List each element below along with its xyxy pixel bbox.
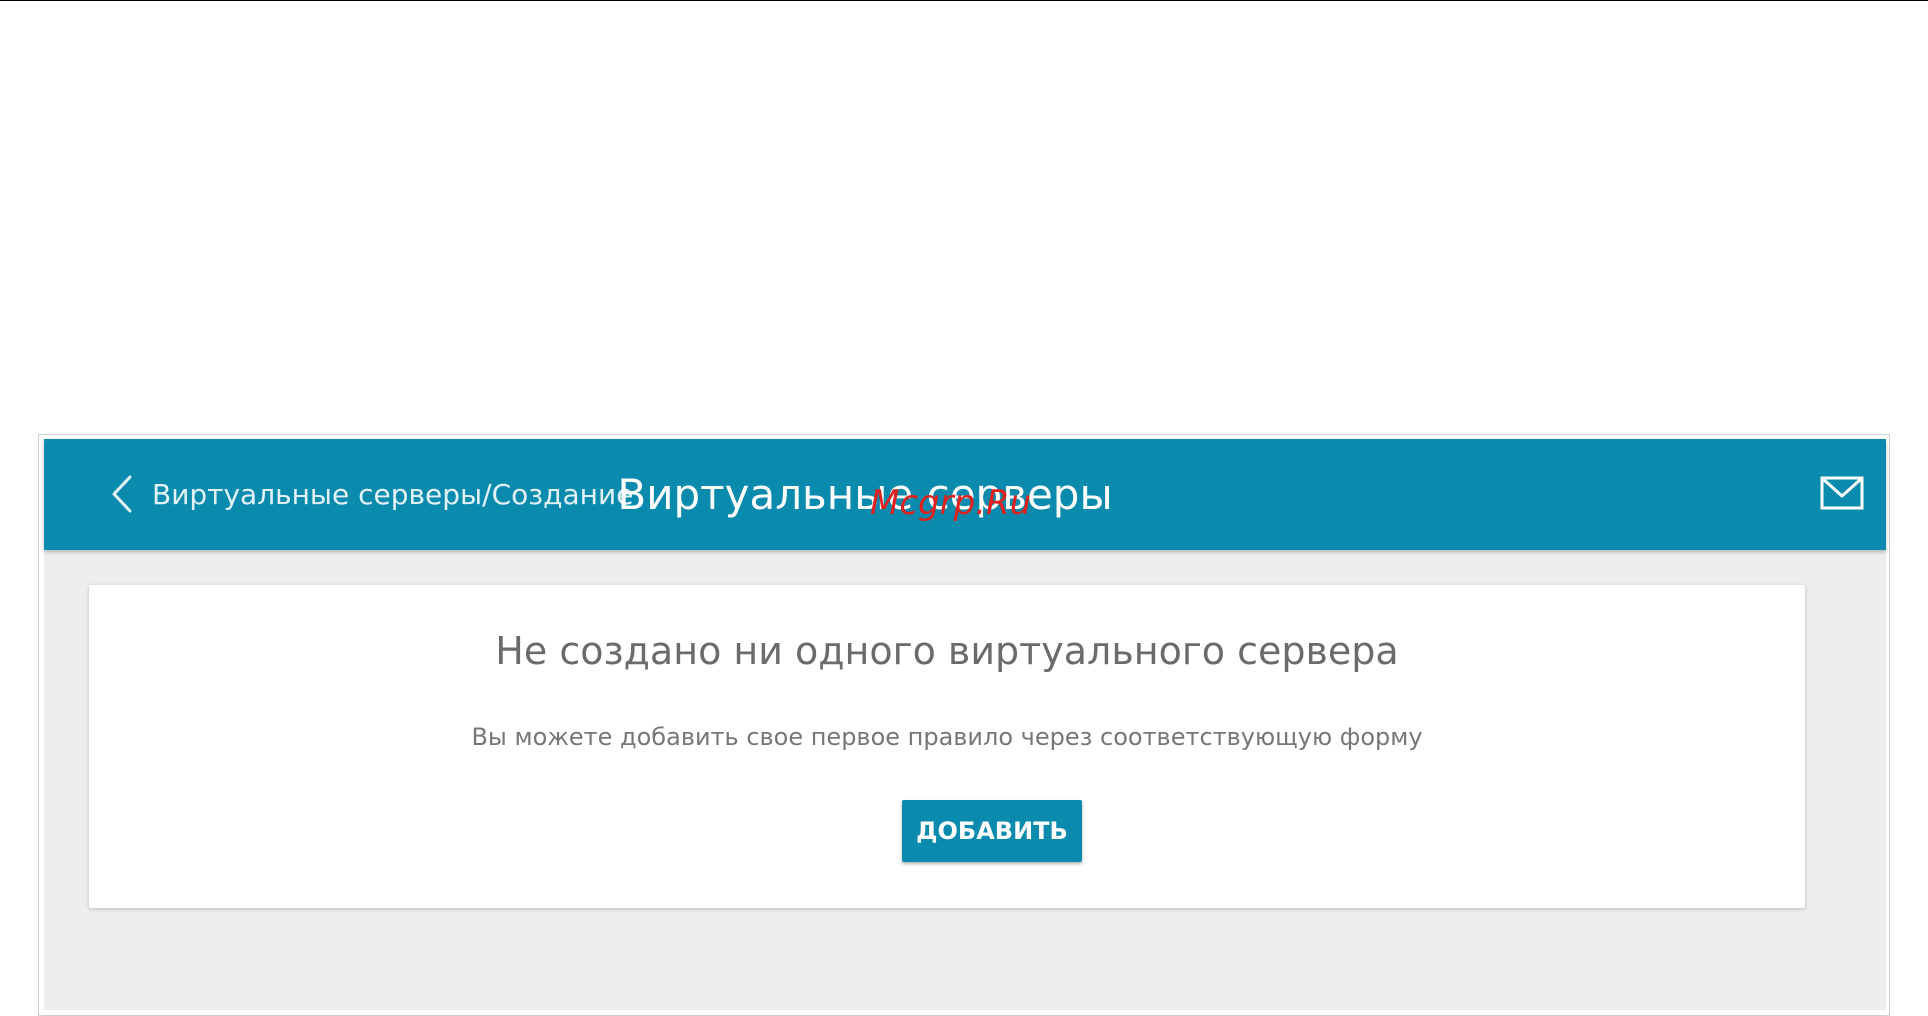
page-title: Виртуальные серверы xyxy=(44,439,1886,550)
header-bar: Виртуальные серверы/Создание Виртуальные… xyxy=(44,439,1886,550)
add-button[interactable]: ДОБАВИТЬ xyxy=(902,800,1082,862)
empty-state-description: Вы можете добавить свое первое правило ч… xyxy=(471,723,1423,751)
mail-icon xyxy=(1820,476,1864,515)
empty-state-title: Не создано ни одного виртуального сервер… xyxy=(495,629,1399,673)
mail-button[interactable] xyxy=(1820,475,1864,511)
empty-state-card: Не создано ни одного виртуального сервер… xyxy=(89,585,1805,908)
top-rule xyxy=(0,0,1928,1)
app-window: Виртуальные серверы/Создание Виртуальные… xyxy=(44,439,1886,1010)
page-title-text: Виртуальные серверы xyxy=(617,470,1113,519)
